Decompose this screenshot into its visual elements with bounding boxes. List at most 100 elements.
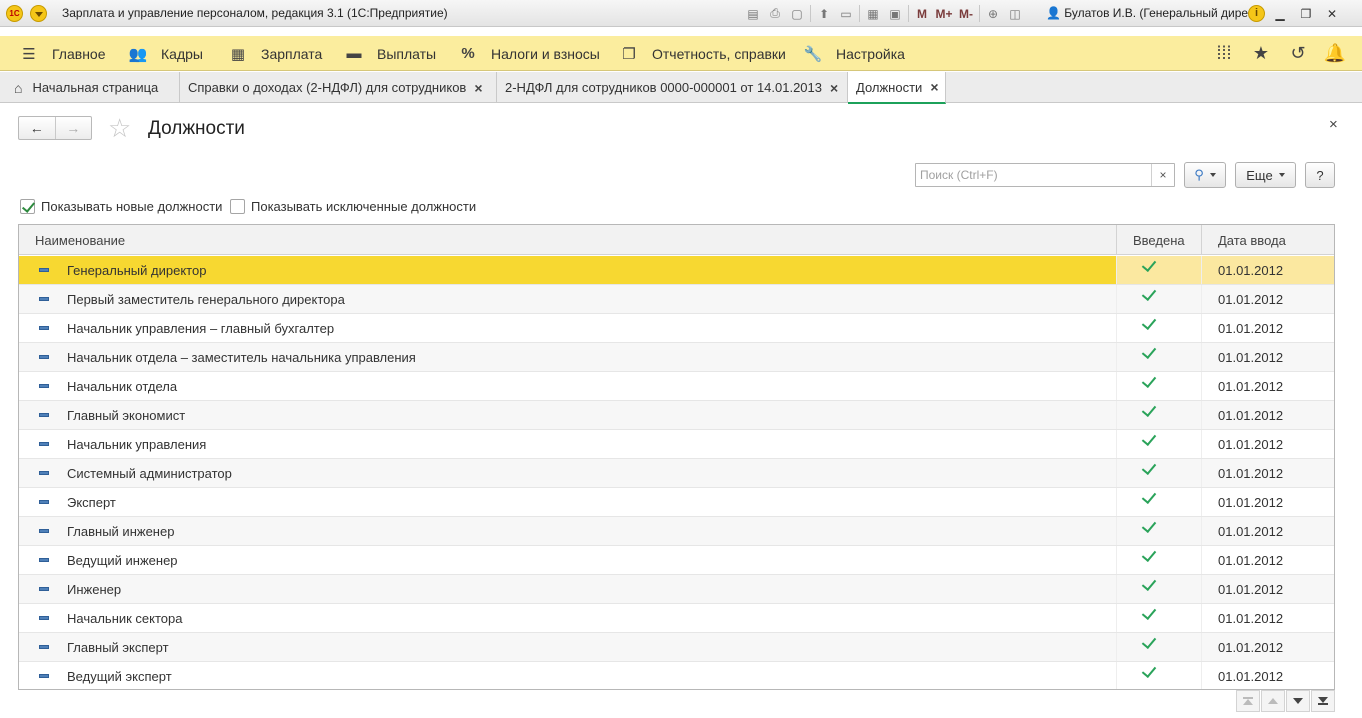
user-icon: 👤: [1046, 6, 1061, 20]
memory-subtract-button[interactable]: M-: [955, 4, 977, 23]
section-personnel[interactable]: 👥 Кадры: [129, 36, 203, 71]
section-settings[interactable]: 🔧 Настройка: [804, 36, 905, 71]
preview-icon[interactable]: ▢: [786, 4, 808, 23]
calculator-icon[interactable]: ▦: [862, 4, 884, 23]
navigation-buttons: ← →: [18, 116, 92, 140]
app-logo-icon[interactable]: 1С: [6, 5, 23, 22]
close-tab-icon[interactable]: ×: [930, 79, 938, 95]
section-salary[interactable]: ▦ Зарплата: [229, 36, 322, 71]
checkmark-icon: [1141, 488, 1157, 505]
cell-introduced: [1116, 285, 1201, 313]
table-row[interactable]: Начальник управления 01.01.2012: [19, 430, 1334, 459]
table-row[interactable]: Главный инженер 01.01.2012: [19, 517, 1334, 546]
triangle: [1268, 698, 1278, 704]
tab-ndfl-document[interactable]: 2-НДФЛ для сотрудников 0000-000001 от 14…: [497, 72, 848, 103]
all-functions-icon[interactable]: ⁞⁞⁞: [1209, 36, 1239, 71]
checkbox-unchecked[interactable]: [230, 199, 245, 214]
cell-introduced: [1116, 604, 1201, 632]
tab-income-certificates[interactable]: Справки о доходах (2-НДФЛ) для сотрудник…: [180, 72, 497, 103]
cell-introduced: [1116, 459, 1201, 487]
section-main[interactable]: ☰ Главное: [20, 36, 105, 71]
calendar-icon[interactable]: ▣: [884, 4, 906, 23]
checkmark-icon: [1141, 314, 1157, 331]
form-title: Должности: [148, 118, 245, 139]
print-icon[interactable]: ⎙: [764, 4, 786, 23]
chevron-down-icon: [1278, 173, 1285, 177]
checkmark-icon: [1141, 372, 1157, 389]
column-header-date[interactable]: Дата ввода: [1201, 225, 1334, 255]
back-arrow-icon[interactable]: ←: [19, 117, 55, 139]
table-row[interactable]: Ведущий эксперт 01.01.2012: [19, 662, 1334, 689]
close-tab-icon[interactable]: ×: [474, 80, 482, 96]
clear-search-icon[interactable]: ×: [1152, 168, 1174, 182]
help-button[interactable]: ?: [1305, 162, 1335, 188]
show-excluded-positions-checkbox[interactable]: Показывать исключенные должности: [230, 198, 476, 215]
tab-home[interactable]: ⌂ Начальная страница: [0, 72, 180, 103]
memory-button[interactable]: M: [911, 4, 933, 23]
catalog-item-icon: [39, 471, 49, 475]
column-header-introduced[interactable]: Введена: [1116, 225, 1201, 255]
favorites-icon[interactable]: ★: [1246, 36, 1276, 71]
cell-position-name: Генеральный директор: [19, 256, 1116, 284]
upload-icon[interactable]: ⬆: [813, 4, 835, 23]
table-row[interactable]: Ведущий инженер 01.01.2012: [19, 546, 1334, 575]
close-form-icon[interactable]: ×: [1329, 116, 1338, 133]
cell-date: 01.01.2012: [1201, 488, 1334, 516]
cell-date: 01.01.2012: [1201, 256, 1334, 284]
table-row[interactable]: Инженер 01.01.2012: [19, 575, 1334, 604]
cell-date: 01.01.2012: [1201, 575, 1334, 603]
add-to-favorites-star-icon[interactable]: ☆: [108, 114, 131, 142]
cell-position-name: Эксперт: [19, 488, 1116, 516]
table-row[interactable]: Первый заместитель генерального директор…: [19, 285, 1334, 314]
tab-positions[interactable]: Должности ×: [848, 72, 946, 104]
tab-label: Справки о доходах (2-НДФЛ) для сотрудник…: [188, 80, 467, 95]
cell-date: 01.01.2012: [1201, 401, 1334, 429]
section-taxes[interactable]: % Налоги и взносы: [459, 36, 600, 71]
tab-label: 2-НДФЛ для сотрудников 0000-000001 от 14…: [505, 80, 823, 95]
wallet-icon: ▬: [346, 45, 362, 62]
close-window-button[interactable]: ✕: [1319, 4, 1345, 23]
zoom-icon[interactable]: ⊕: [982, 4, 1004, 23]
table-row[interactable]: Начальник отдела – заместитель начальник…: [19, 343, 1334, 372]
section-label: Настройка: [836, 45, 905, 62]
table-row[interactable]: Эксперт 01.01.2012: [19, 488, 1334, 517]
cell-introduced: [1116, 256, 1201, 284]
forward-arrow-icon[interactable]: →: [54, 117, 92, 139]
column-header-name[interactable]: Наименование: [19, 225, 1116, 255]
restore-button[interactable]: ❐: [1293, 4, 1319, 23]
more-button[interactable]: Еще: [1235, 162, 1296, 188]
notifications-bell-icon[interactable]: 🔔: [1320, 36, 1350, 71]
search-input[interactable]: [916, 164, 1152, 186]
minimize-button[interactable]: ▁: [1267, 4, 1293, 23]
save-icon[interactable]: ▤: [742, 4, 764, 23]
checkmark-icon: [1141, 662, 1157, 679]
history-icon[interactable]: ↺: [1283, 36, 1313, 71]
scroll-to-top-icon[interactable]: [1236, 690, 1260, 712]
current-user[interactable]: 👤 Булатов И.В. (Генеральный дирек...: [1046, 6, 1263, 20]
cell-introduced: [1116, 401, 1201, 429]
scroll-to-bottom-icon[interactable]: [1311, 690, 1335, 712]
main-menu-button[interactable]: [30, 5, 47, 22]
table-row[interactable]: Главный эксперт 01.01.2012: [19, 633, 1334, 662]
table-row[interactable]: Начальник отдела 01.01.2012: [19, 372, 1334, 401]
show-new-positions-checkbox[interactable]: Показывать новые должности: [20, 198, 222, 215]
checkbox-checked[interactable]: [20, 199, 35, 214]
section-payments[interactable]: ▬ Выплаты: [345, 36, 437, 71]
position-name: Начальник отдела: [67, 378, 178, 394]
section-reports[interactable]: ❐ Отчетность, справки: [620, 36, 786, 71]
scan-icon[interactable]: ▭: [835, 4, 857, 23]
info-icon[interactable]: i: [1248, 5, 1265, 22]
close-tab-icon[interactable]: ×: [830, 80, 838, 96]
cell-introduced: [1116, 314, 1201, 342]
checkmark-icon: [1141, 604, 1157, 621]
panels-icon[interactable]: ◫: [1004, 4, 1026, 23]
table-row[interactable]: Начальник сектора 01.01.2012: [19, 604, 1334, 633]
table-row[interactable]: Системный администратор 01.01.2012: [19, 459, 1334, 488]
table-row[interactable]: Начальник управления – главный бухгалтер…: [19, 314, 1334, 343]
memory-add-button[interactable]: M+: [933, 4, 955, 23]
table-row[interactable]: Генеральный директор 01.01.2012: [19, 256, 1334, 285]
search-button[interactable]: ⚲: [1184, 162, 1226, 188]
scroll-up-icon[interactable]: [1261, 690, 1285, 712]
scroll-down-icon[interactable]: [1286, 690, 1310, 712]
table-row[interactable]: Главный экономист 01.01.2012: [19, 401, 1334, 430]
